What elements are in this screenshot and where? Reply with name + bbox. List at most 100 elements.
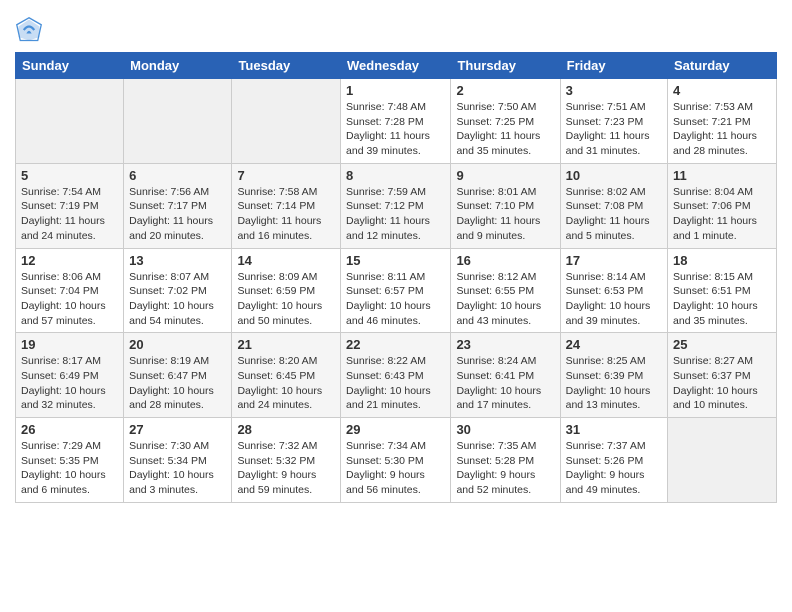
day-cell: 29 Sunrise: 7:34 AM Sunset: 5:30 PM Dayli…	[341, 418, 451, 503]
day-cell: 27 Sunrise: 7:30 AM Sunset: 5:34 PM Dayli…	[124, 418, 232, 503]
day-number: 23	[456, 337, 554, 352]
day-cell	[16, 79, 124, 164]
logo-icon	[15, 16, 43, 44]
day-info: Sunrise: 7:59 AM Sunset: 7:12 PM Dayligh…	[346, 185, 445, 244]
day-info: Sunrise: 8:04 AM Sunset: 7:06 PM Dayligh…	[673, 185, 771, 244]
day-info: Sunrise: 8:25 AM Sunset: 6:39 PM Dayligh…	[566, 354, 662, 413]
day-number: 19	[21, 337, 118, 352]
day-cell: 22Sunrise: 8:22 AM Sunset: 6:43 PM Dayli…	[341, 333, 451, 418]
day-info: Sunrise: 7:58 AM Sunset: 7:14 PM Dayligh…	[237, 185, 335, 244]
day-cell: 19 Sunrise: 8:17 AM Sunset: 6:49 PM Dayli…	[16, 333, 124, 418]
day-number: 5	[21, 168, 118, 183]
day-cell: 30 Sunrise: 7:35 AM Sunset: 5:28 PM Dayli…	[451, 418, 560, 503]
day-info: Sunrise: 8:11 AM Sunset: 6:57 PM Dayligh…	[346, 270, 445, 329]
weekday-header-row: SundayMondayTuesdayWednesdayThursdayFrid…	[16, 53, 777, 79]
day-number: 12	[21, 253, 118, 268]
day-number: 8	[346, 168, 445, 183]
page-container: SundayMondayTuesdayWednesdayThursdayFrid…	[0, 0, 792, 518]
day-number: 27	[129, 422, 226, 437]
header	[15, 10, 777, 44]
day-number: 13	[129, 253, 226, 268]
day-cell: 14Sunrise: 8:09 AM Sunset: 6:59 PM Dayli…	[232, 248, 341, 333]
weekday-header-wednesday: Wednesday	[341, 53, 451, 79]
day-info: Sunrise: 8:19 AM Sunset: 6:47 PM Dayligh…	[129, 354, 226, 413]
day-number: 10	[566, 168, 662, 183]
day-info: Sunrise: 7:54 AM Sunset: 7:19 PM Dayligh…	[21, 185, 118, 244]
day-info: Sunrise: 7:32 AM Sunset: 5:32 PM Dayligh…	[237, 439, 335, 498]
day-cell: 13Sunrise: 8:07 AM Sunset: 7:02 PM Dayli…	[124, 248, 232, 333]
day-cell: 23 Sunrise: 8:24 AM Sunset: 6:41 PM Dayli…	[451, 333, 560, 418]
day-number: 11	[673, 168, 771, 183]
day-info: Sunrise: 8:24 AM Sunset: 6:41 PM Dayligh…	[456, 354, 554, 413]
day-cell: 18Sunrise: 8:15 AM Sunset: 6:51 PM Dayli…	[668, 248, 777, 333]
day-cell: 20 Sunrise: 8:19 AM Sunset: 6:47 PM Dayli…	[124, 333, 232, 418]
day-cell: 16 Sunrise: 8:12 AM Sunset: 6:55 PM Dayli…	[451, 248, 560, 333]
week-row-2: 5 Sunrise: 7:54 AM Sunset: 7:19 PM Daylig…	[16, 163, 777, 248]
day-info: Sunrise: 7:29 AM Sunset: 5:35 PM Dayligh…	[21, 439, 118, 498]
day-info: Sunrise: 7:53 AM Sunset: 7:21 PM Dayligh…	[673, 100, 771, 159]
day-number: 22	[346, 337, 445, 352]
day-info: Sunrise: 7:48 AM Sunset: 7:28 PM Dayligh…	[346, 100, 445, 159]
day-cell: 31 Sunrise: 7:37 AM Sunset: 5:26 PM Dayli…	[560, 418, 667, 503]
day-number: 18	[673, 253, 771, 268]
day-number: 16	[456, 253, 554, 268]
day-number: 25	[673, 337, 771, 352]
day-info: Sunrise: 8:17 AM Sunset: 6:49 PM Dayligh…	[21, 354, 118, 413]
weekday-header-sunday: Sunday	[16, 53, 124, 79]
day-cell: 5 Sunrise: 7:54 AM Sunset: 7:19 PM Daylig…	[16, 163, 124, 248]
day-info: Sunrise: 7:30 AM Sunset: 5:34 PM Dayligh…	[129, 439, 226, 498]
day-cell: 6Sunrise: 7:56 AM Sunset: 7:17 PM Daylig…	[124, 163, 232, 248]
day-number: 4	[673, 83, 771, 98]
day-cell: 3 Sunrise: 7:51 AM Sunset: 7:23 PM Daylig…	[560, 79, 667, 164]
calendar-table: SundayMondayTuesdayWednesdayThursdayFrid…	[15, 52, 777, 503]
week-row-5: 26 Sunrise: 7:29 AM Sunset: 5:35 PM Dayli…	[16, 418, 777, 503]
day-number: 1	[346, 83, 445, 98]
day-number: 14	[237, 253, 335, 268]
day-info: Sunrise: 7:34 AM Sunset: 5:30 PM Dayligh…	[346, 439, 445, 498]
day-number: 31	[566, 422, 662, 437]
day-cell	[124, 79, 232, 164]
day-cell: 26 Sunrise: 7:29 AM Sunset: 5:35 PM Dayli…	[16, 418, 124, 503]
day-number: 30	[456, 422, 554, 437]
weekday-header-saturday: Saturday	[668, 53, 777, 79]
day-number: 3	[566, 83, 662, 98]
day-cell	[232, 79, 341, 164]
day-cell: 7 Sunrise: 7:58 AM Sunset: 7:14 PM Daylig…	[232, 163, 341, 248]
weekday-header-friday: Friday	[560, 53, 667, 79]
day-number: 15	[346, 253, 445, 268]
day-cell: 11 Sunrise: 8:04 AM Sunset: 7:06 PM Dayli…	[668, 163, 777, 248]
weekday-header-thursday: Thursday	[451, 53, 560, 79]
day-info: Sunrise: 8:01 AM Sunset: 7:10 PM Dayligh…	[456, 185, 554, 244]
day-cell: 10 Sunrise: 8:02 AM Sunset: 7:08 PM Dayli…	[560, 163, 667, 248]
day-number: 2	[456, 83, 554, 98]
day-number: 29	[346, 422, 445, 437]
day-number: 6	[129, 168, 226, 183]
day-info: Sunrise: 8:20 AM Sunset: 6:45 PM Dayligh…	[237, 354, 335, 413]
day-number: 7	[237, 168, 335, 183]
day-cell: 2Sunrise: 7:50 AM Sunset: 7:25 PM Daylig…	[451, 79, 560, 164]
day-info: Sunrise: 8:02 AM Sunset: 7:08 PM Dayligh…	[566, 185, 662, 244]
day-cell: 28 Sunrise: 7:32 AM Sunset: 5:32 PM Dayli…	[232, 418, 341, 503]
day-number: 20	[129, 337, 226, 352]
day-cell: 21 Sunrise: 8:20 AM Sunset: 6:45 PM Dayli…	[232, 333, 341, 418]
day-cell: 12 Sunrise: 8:06 AM Sunset: 7:04 PM Dayli…	[16, 248, 124, 333]
week-row-1: 1 Sunrise: 7:48 AM Sunset: 7:28 PM Daylig…	[16, 79, 777, 164]
day-info: Sunrise: 8:12 AM Sunset: 6:55 PM Dayligh…	[456, 270, 554, 329]
day-cell: 25Sunrise: 8:27 AM Sunset: 6:37 PM Dayli…	[668, 333, 777, 418]
day-cell: 9 Sunrise: 8:01 AM Sunset: 7:10 PM Daylig…	[451, 163, 560, 248]
day-info: Sunrise: 7:37 AM Sunset: 5:26 PM Dayligh…	[566, 439, 662, 498]
day-info: Sunrise: 8:06 AM Sunset: 7:04 PM Dayligh…	[21, 270, 118, 329]
weekday-header-monday: Monday	[124, 53, 232, 79]
logo	[15, 16, 47, 44]
day-number: 21	[237, 337, 335, 352]
day-info: Sunrise: 7:35 AM Sunset: 5:28 PM Dayligh…	[456, 439, 554, 498]
day-cell: 8 Sunrise: 7:59 AM Sunset: 7:12 PM Daylig…	[341, 163, 451, 248]
day-number: 9	[456, 168, 554, 183]
day-cell: 17Sunrise: 8:14 AM Sunset: 6:53 PM Dayli…	[560, 248, 667, 333]
weekday-header-tuesday: Tuesday	[232, 53, 341, 79]
day-info: Sunrise: 7:51 AM Sunset: 7:23 PM Dayligh…	[566, 100, 662, 159]
day-number: 28	[237, 422, 335, 437]
day-cell	[668, 418, 777, 503]
day-cell: 1 Sunrise: 7:48 AM Sunset: 7:28 PM Daylig…	[341, 79, 451, 164]
day-number: 26	[21, 422, 118, 437]
